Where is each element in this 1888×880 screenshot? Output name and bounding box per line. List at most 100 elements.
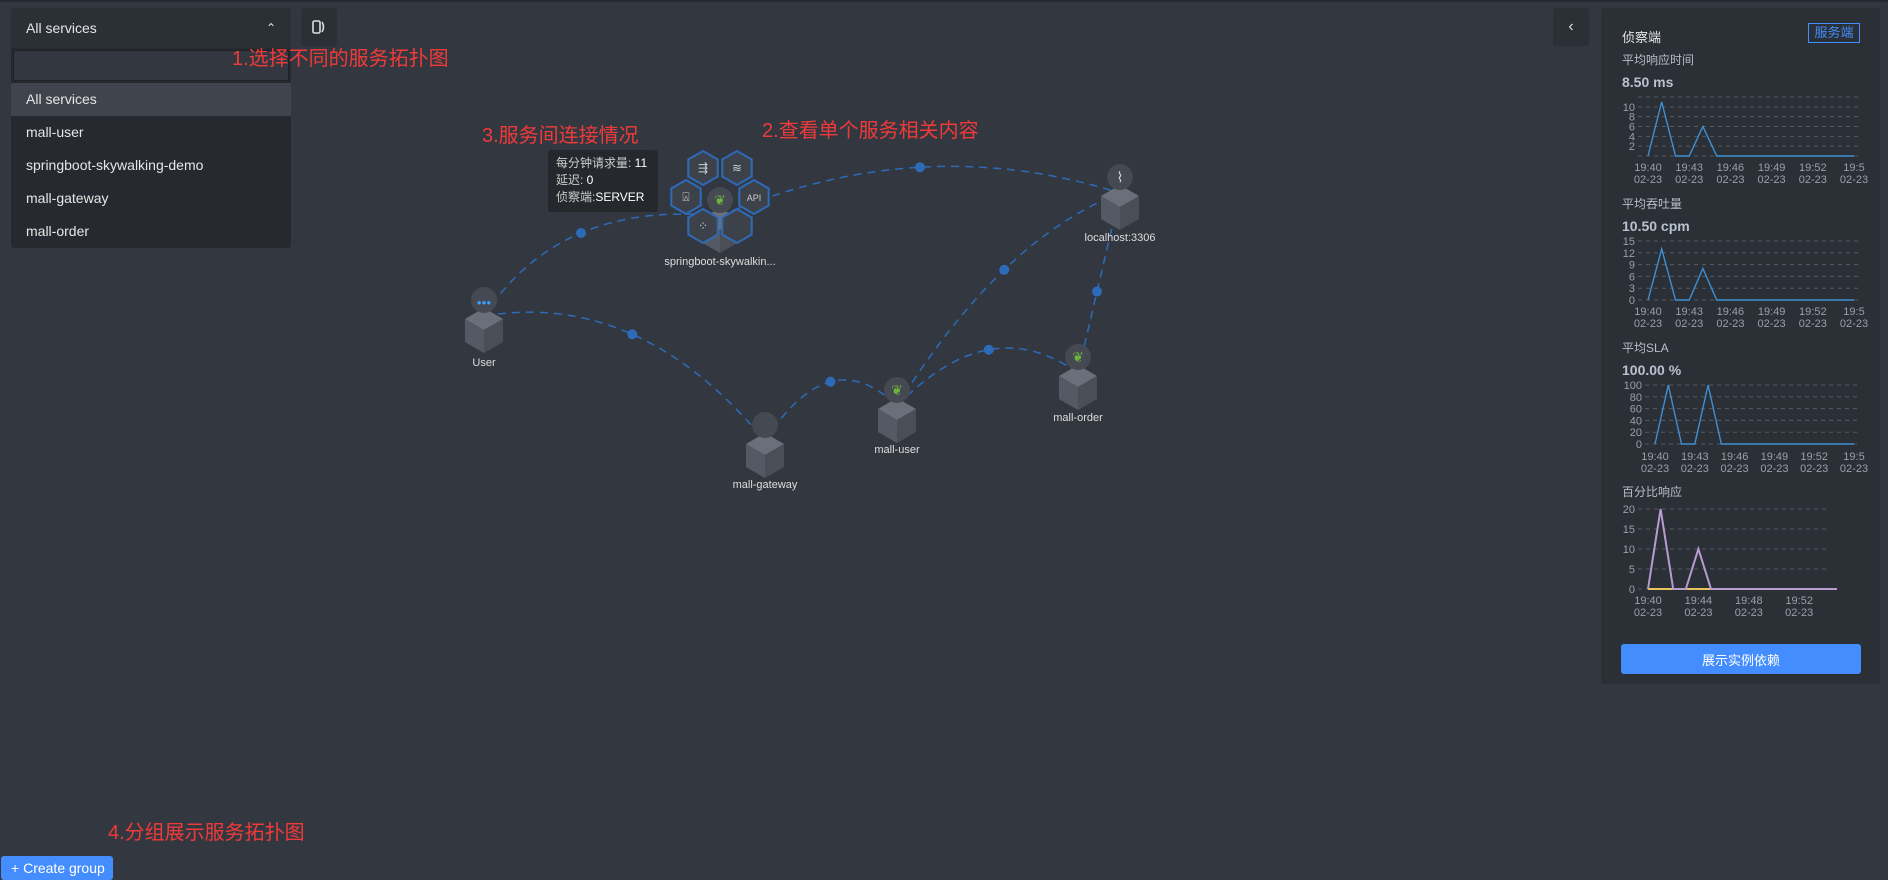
node-localhost[interactable]: ⌇ bbox=[1101, 164, 1139, 230]
cube-left bbox=[878, 409, 897, 443]
hex-shape bbox=[722, 209, 751, 243]
edge-tooltip: 每分钟请求量: 11 延迟: 0 侦察端:SERVER bbox=[548, 150, 658, 212]
node-icon-bg bbox=[752, 412, 778, 438]
annotation-1: 1.选择不同的服务拓扑图 bbox=[232, 42, 449, 71]
node-icon-bg bbox=[707, 187, 733, 213]
cube-left bbox=[1059, 376, 1078, 410]
option-mall-order[interactable]: mall-order bbox=[11, 215, 291, 248]
cube-top bbox=[465, 308, 503, 330]
edge-midpoint-User-springboot[interactable] bbox=[576, 228, 586, 238]
tooltip-cpm-label: 每分钟请求量: bbox=[556, 156, 635, 170]
hex-menu-endpoint-icon[interactable]: ⇶ bbox=[688, 151, 717, 185]
hex-menu-database-icon[interactable]: ≋ bbox=[722, 151, 751, 185]
node-User[interactable]: ●●● bbox=[465, 287, 503, 353]
edge-user-order bbox=[897, 348, 1078, 406]
hex-shape bbox=[739, 180, 768, 214]
node-label-gateway[interactable]: mall-gateway bbox=[733, 479, 798, 491]
hex-menu-api-icon[interactable]: API bbox=[739, 180, 768, 214]
instance-icon: ⁘ bbox=[698, 219, 708, 233]
metric-value-throughput: 10.50 cpm bbox=[1622, 218, 1690, 234]
edge-User-gateway bbox=[484, 312, 765, 441]
layout-toggle-icon bbox=[311, 19, 327, 35]
spring-leaf-icon: ❦ bbox=[714, 192, 726, 208]
metric-label-throughput: 平均吞吐量 bbox=[1622, 195, 1682, 212]
node-icon-bg bbox=[1065, 344, 1091, 370]
node-label-user[interactable]: mall-user bbox=[874, 444, 919, 456]
hex-menu-alarm-icon[interactable]: ⍓ bbox=[671, 180, 700, 214]
node-label-localhost[interactable]: localhost:3306 bbox=[1085, 232, 1156, 244]
tooltip-detect-label: 侦察端: bbox=[556, 190, 595, 204]
cube-top bbox=[746, 433, 784, 455]
chevron-left-icon: ‹ bbox=[1568, 18, 1573, 36]
cube-right bbox=[720, 219, 739, 253]
layout-toggle-button[interactable] bbox=[301, 8, 337, 46]
cube-top bbox=[1101, 185, 1139, 207]
node-springboot[interactable]: ❦ bbox=[701, 187, 739, 253]
hex-shape bbox=[722, 151, 751, 185]
node-label-order[interactable]: mall-order bbox=[1053, 412, 1103, 424]
node-label-User[interactable]: User bbox=[472, 357, 495, 369]
edge-midpoint-springboot-localhost[interactable] bbox=[915, 162, 925, 172]
cube-left bbox=[701, 219, 720, 253]
cube-left bbox=[465, 319, 484, 353]
hex-shape bbox=[688, 151, 717, 185]
edge-order-localhost bbox=[1078, 193, 1120, 373]
tooltip-latency-label: 延迟: bbox=[556, 173, 587, 187]
chevron-up-icon: ⌃ bbox=[266, 21, 276, 35]
edge-midpoint-user-localhost[interactable] bbox=[999, 265, 1009, 275]
cube-right bbox=[1078, 376, 1097, 410]
node-icon-bg bbox=[1107, 164, 1133, 190]
node-user[interactable]: ❦ bbox=[878, 377, 916, 443]
hex-menu-blank[interactable] bbox=[722, 209, 751, 243]
hex-menu-instance-icon[interactable]: ⁘ bbox=[688, 209, 717, 243]
hex-shape bbox=[688, 209, 717, 243]
tooltip-cpm: 11 bbox=[635, 156, 647, 170]
cube-top bbox=[878, 398, 916, 420]
cube-right bbox=[765, 444, 784, 478]
mysql-dolphin-icon: ⌇ bbox=[1117, 169, 1124, 185]
edge-user-localhost bbox=[897, 193, 1120, 406]
spring-leaf-icon: ❦ bbox=[891, 382, 903, 398]
option-mall-gateway[interactable]: mall-gateway bbox=[11, 182, 291, 215]
option-springboot-skywalking-demo[interactable]: springboot-skywalking-demo bbox=[11, 149, 291, 182]
api-icon: API bbox=[747, 193, 762, 203]
cube-right bbox=[897, 409, 916, 443]
spring-leaf-icon: ❦ bbox=[1072, 349, 1084, 365]
cube-right bbox=[484, 319, 503, 353]
metric-label-response: 平均响应时间 bbox=[1622, 51, 1694, 68]
metric-label-sla: 平均SLA bbox=[1622, 339, 1669, 356]
top-border bbox=[0, 0, 1888, 2]
edge-midpoint-gateway-user[interactable] bbox=[826, 377, 836, 387]
endpoint-icon: ⇶ bbox=[698, 161, 708, 175]
alarm-icon: ⍓ bbox=[682, 190, 689, 204]
panel-title: 侦察端 bbox=[1622, 27, 1661, 46]
node-icon-bg bbox=[471, 287, 497, 313]
metric-value-response: 8.50 ms bbox=[1622, 74, 1673, 90]
selected-service: All services bbox=[26, 20, 97, 36]
node-gateway[interactable] bbox=[746, 412, 784, 478]
annotation-3: 3.服务间连接情况 bbox=[482, 119, 639, 148]
node-icon-bg bbox=[884, 377, 910, 403]
tooltip-detect: SERVER bbox=[595, 190, 644, 204]
cube-top bbox=[1059, 365, 1097, 387]
show-instance-dependency-button[interactable]: 展示实例依赖 bbox=[1621, 644, 1861, 674]
cube-left bbox=[1101, 196, 1120, 230]
edge-midpoint-User-gateway[interactable] bbox=[627, 329, 637, 339]
server-side-badge[interactable]: 服务端 bbox=[1808, 23, 1860, 43]
hex-shape bbox=[671, 180, 700, 214]
users-icon: ●●● bbox=[477, 298, 492, 307]
edge-midpoint-order-localhost[interactable] bbox=[1092, 287, 1102, 297]
edge-gateway-user bbox=[765, 380, 897, 441]
node-order[interactable]: ❦ bbox=[1059, 344, 1097, 410]
edge-midpoint-user-order[interactable] bbox=[984, 345, 994, 355]
database-icon: ≋ bbox=[732, 161, 742, 175]
edge-springboot-localhost bbox=[720, 166, 1120, 216]
node-label-springboot[interactable]: springboot-skywalkin... bbox=[664, 256, 775, 268]
collapse-panel-button[interactable]: ‹ bbox=[1553, 8, 1589, 46]
metric-value-sla: 100.00 % bbox=[1622, 362, 1681, 378]
cube-left bbox=[746, 444, 765, 478]
annotation-4: 4.分组展示服务拓扑图 bbox=[108, 816, 305, 845]
create-group-button[interactable]: + Create group bbox=[1, 856, 113, 880]
option-all-services[interactable]: All services bbox=[11, 83, 291, 116]
option-mall-user[interactable]: mall-user bbox=[11, 116, 291, 149]
